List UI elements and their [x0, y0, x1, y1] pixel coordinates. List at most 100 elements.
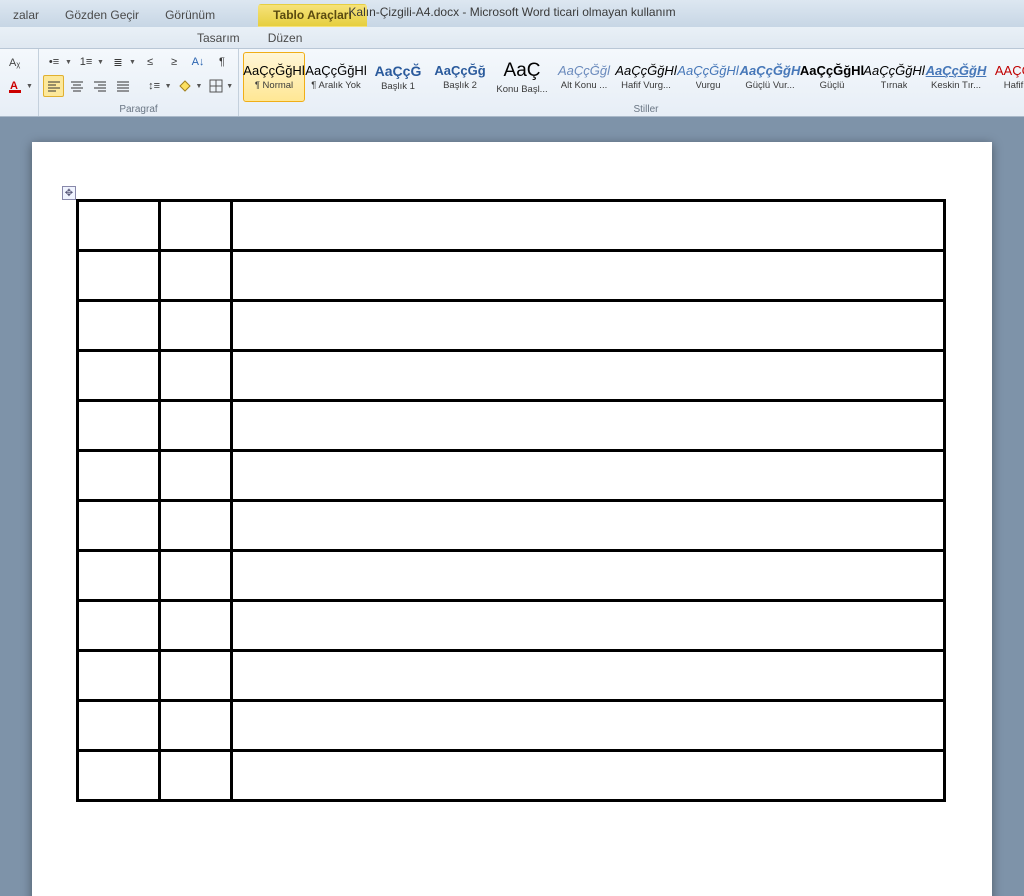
table-cell[interactable]: [232, 401, 945, 451]
dropdown-arrow-icon[interactable]: ▼: [165, 83, 173, 90]
table-cell[interactable]: [160, 651, 232, 701]
style-preview: AaÇçĞğHl: [305, 63, 366, 78]
borders-button[interactable]: [205, 75, 226, 97]
style-item-5[interactable]: AaÇçĞğlAlt Konu ...: [553, 52, 615, 102]
tab-gorunum[interactable]: Görünüm: [152, 2, 228, 27]
table-move-handle[interactable]: ✥: [62, 186, 76, 200]
table-cell[interactable]: [78, 301, 160, 351]
style-preview: AaÇ: [504, 60, 541, 82]
justify-button[interactable]: [113, 75, 134, 97]
table-cell[interactable]: [78, 351, 160, 401]
align-left-button[interactable]: [43, 75, 64, 97]
dropdown-arrow-icon[interactable]: ▼: [26, 83, 34, 90]
table-cell[interactable]: [160, 751, 232, 801]
line-spacing-button[interactable]: ↕≡: [143, 75, 164, 97]
style-preview: AaÇçĞğHl: [863, 63, 924, 78]
table-cell[interactable]: [160, 351, 232, 401]
table-cell[interactable]: [232, 451, 945, 501]
style-item-7[interactable]: AaÇçĞğHlVurgu: [677, 52, 739, 102]
tab-gozden-gecir[interactable]: Gözden Geçir: [52, 2, 152, 27]
table-cell[interactable]: [78, 451, 160, 501]
table-row[interactable]: [78, 551, 945, 601]
table-cell[interactable]: [78, 401, 160, 451]
show-marks-button[interactable]: ¶: [211, 51, 233, 73]
style-item-10[interactable]: AaÇçĞğHlTırnak: [863, 52, 925, 102]
table-cell[interactable]: [160, 201, 232, 251]
table-cell[interactable]: [78, 701, 160, 751]
table-cell[interactable]: [160, 701, 232, 751]
table-cell[interactable]: [232, 551, 945, 601]
style-item-12[interactable]: AAÇÇGHafif B: [987, 52, 1024, 102]
table-cell[interactable]: [232, 651, 945, 701]
increase-indent-button[interactable]: ≥: [163, 51, 185, 73]
style-item-11[interactable]: AaÇçĞğHKeskin Tır...: [925, 52, 987, 102]
table-cell[interactable]: [232, 301, 945, 351]
table-cell[interactable]: [160, 501, 232, 551]
table-cell[interactable]: [232, 751, 945, 801]
window-title: Kalın-Çizgili-A4.docx - Microsoft Word t…: [348, 5, 675, 19]
style-gallery[interactable]: AaÇçĞğHl¶ NormalAaÇçĞğHl¶ Aralık YokAaÇç…: [243, 51, 1024, 103]
align-center-button[interactable]: [66, 75, 87, 97]
table-cell[interactable]: [160, 451, 232, 501]
table-cell[interactable]: [78, 201, 160, 251]
shading-button[interactable]: [174, 75, 195, 97]
table-row[interactable]: [78, 201, 945, 251]
table-cell[interactable]: [160, 601, 232, 651]
multilevel-list-button[interactable]: ≣: [107, 51, 129, 73]
style-item-0[interactable]: AaÇçĞğHl¶ Normal: [243, 52, 305, 102]
table-row[interactable]: [78, 601, 945, 651]
style-item-9[interactable]: AaÇçĞğHlGüçlü: [801, 52, 863, 102]
dropdown-arrow-icon[interactable]: ▼: [129, 59, 137, 66]
table-row[interactable]: [78, 751, 945, 801]
dropdown-arrow-icon[interactable]: ▼: [195, 83, 203, 90]
dropdown-arrow-icon[interactable]: ▼: [97, 59, 105, 66]
sort-button[interactable]: A↓: [187, 51, 209, 73]
table-cell[interactable]: [232, 351, 945, 401]
table-cell[interactable]: [232, 601, 945, 651]
style-item-4[interactable]: AaÇKonu Başl...: [491, 52, 553, 102]
table-cell[interactable]: [78, 251, 160, 301]
table-row[interactable]: [78, 501, 945, 551]
table-cell[interactable]: [78, 501, 160, 551]
table-cell[interactable]: [78, 651, 160, 701]
table-row[interactable]: [78, 701, 945, 751]
table-cell[interactable]: [78, 751, 160, 801]
style-item-8[interactable]: AaÇçĞğHGüçlü Vur...: [739, 52, 801, 102]
table-row[interactable]: [78, 251, 945, 301]
subtab-duzen[interactable]: Düzen: [254, 28, 317, 48]
table-cell[interactable]: [160, 551, 232, 601]
char-clear-button[interactable]: Aᵪ: [4, 51, 26, 73]
table-row[interactable]: [78, 651, 945, 701]
font-color-button[interactable]: A: [4, 75, 26, 97]
tab-azalar[interactable]: zalar: [0, 2, 52, 27]
table-cell[interactable]: [232, 701, 945, 751]
table-row[interactable]: [78, 301, 945, 351]
align-right-button[interactable]: [89, 75, 110, 97]
table-row[interactable]: [78, 451, 945, 501]
table-cell[interactable]: [78, 601, 160, 651]
subtab-tasarim[interactable]: Tasarım: [183, 28, 254, 48]
table-cell[interactable]: [232, 201, 945, 251]
style-item-6[interactable]: AaÇçĞğHlHafif Vurg...: [615, 52, 677, 102]
table-cell[interactable]: [232, 251, 945, 301]
table-cell[interactable]: [78, 551, 160, 601]
ribbon-group-paragraph: •≡▼ 1≡▼ ≣▼ ≤ ≥ A↓ ¶ ↕≡▼ ▼: [39, 49, 239, 116]
table-cell[interactable]: [232, 501, 945, 551]
bullets-button[interactable]: •≡: [43, 51, 65, 73]
title-bar: zalar Gözden Geçir Görünüm Tablo Araçlar…: [0, 0, 1024, 27]
style-preview: AaÇçĞğHl: [800, 63, 864, 78]
dropdown-arrow-icon[interactable]: ▼: [226, 83, 234, 90]
decrease-indent-button[interactable]: ≤: [139, 51, 161, 73]
style-item-3[interactable]: AaÇçĞğBaşlık 2: [429, 52, 491, 102]
table-row[interactable]: [78, 351, 945, 401]
table-cell[interactable]: [160, 251, 232, 301]
table-cell[interactable]: [160, 401, 232, 451]
dropdown-arrow-icon[interactable]: ▼: [65, 59, 73, 66]
table-cell[interactable]: [160, 301, 232, 351]
document-table[interactable]: [76, 199, 946, 802]
table-row[interactable]: [78, 401, 945, 451]
style-item-1[interactable]: AaÇçĞğHl¶ Aralık Yok: [305, 52, 367, 102]
numbering-button[interactable]: 1≡: [75, 51, 97, 73]
style-item-2[interactable]: AaÇçĞBaşlık 1: [367, 52, 429, 102]
page[interactable]: ✥: [32, 142, 992, 896]
